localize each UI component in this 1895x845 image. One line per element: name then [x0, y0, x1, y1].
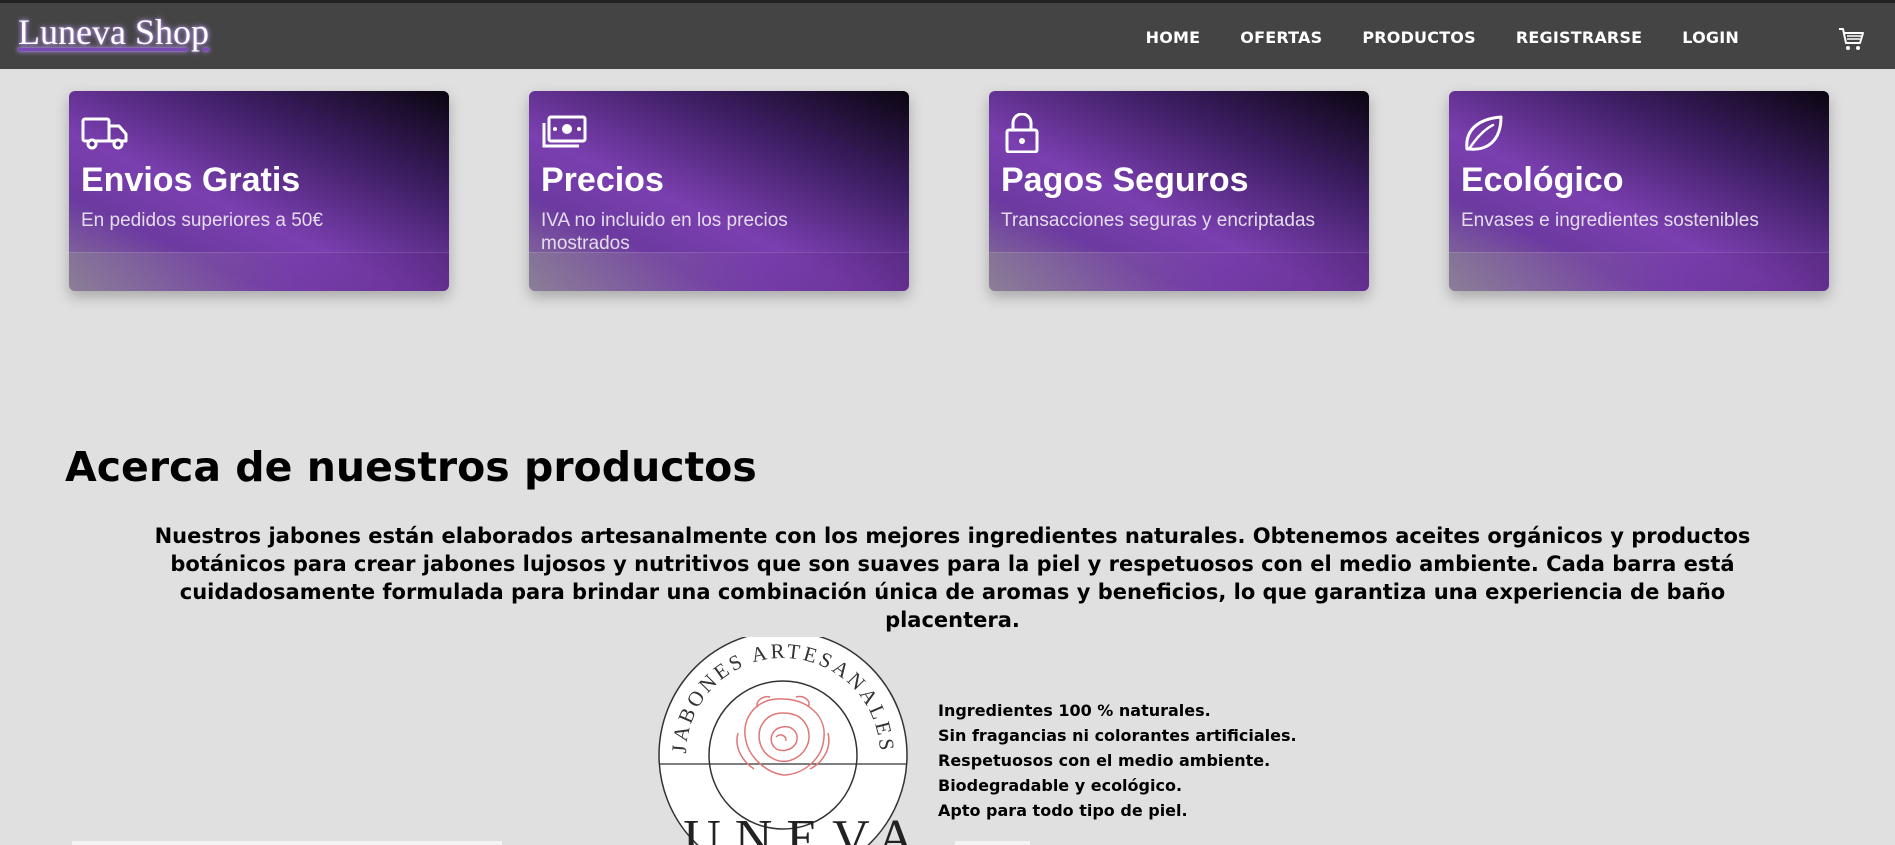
- feature-text: IVA no incluido en los precios mostrados: [541, 210, 788, 254]
- list-item: Sin fragancias ni colorantes artificiale…: [938, 726, 1297, 745]
- bottom-panel-edge: [72, 841, 502, 845]
- logo-bottom-text: LUNEVA: [658, 810, 908, 845]
- feature-card-pagos: Pagos Seguros Transacciones seguras y en…: [989, 91, 1369, 291]
- about-title: Acerca de nuestros productos: [65, 443, 757, 491]
- list-item: Respetuosos con el medio ambiente.: [938, 751, 1271, 770]
- feature-card-envios: Envios Gratis En pedidos superiores a 50…: [69, 91, 449, 291]
- feature-card-precios: Precios IVA no incluido en los precios m…: [529, 91, 909, 291]
- feature-text: Transacciones seguras y encriptadas: [1001, 210, 1316, 231]
- nav-login[interactable]: LOGIN: [1682, 28, 1739, 47]
- features-section: Envios Gratis En pedidos superiores a 50…: [69, 91, 1829, 291]
- money-icon: [542, 115, 587, 148]
- nav-registrarse[interactable]: REGISTRARSE: [1516, 28, 1642, 47]
- about-text: Nuestros jabones están elaborados artesa…: [154, 524, 1751, 632]
- brand-logo[interactable]: Luneva Shop: [18, 11, 209, 53]
- feature-title: Envios Gratis: [81, 161, 301, 199]
- product-points: Ingredientes 100 % naturales. Sin fragan…: [938, 698, 1297, 823]
- feature-title: Ecológico: [1461, 161, 1624, 199]
- feature-title: Precios: [541, 161, 664, 199]
- feature-card-ecologico: Ecológico Envases e ingredientes sosteni…: [1449, 91, 1829, 291]
- feature-text: En pedidos superiores a 50€: [81, 210, 323, 231]
- feature-text: Envases e ingredientes sostenibles: [1461, 210, 1759, 231]
- leaf-icon: [1465, 115, 1503, 151]
- shopping-cart-icon[interactable]: [1837, 25, 1865, 53]
- list-item: Ingredientes 100 % naturales.: [938, 701, 1211, 720]
- lock-icon: [1005, 113, 1039, 153]
- truck-icon: [81, 117, 128, 150]
- nav-links: HOME OFERTAS PRODUCTOS REGISTRARSE LOGIN: [1146, 28, 1739, 47]
- list-item: Apto para todo tipo de piel.: [938, 801, 1188, 820]
- list-item: Biodegradable y ecológico.: [938, 776, 1183, 795]
- nav-productos[interactable]: PRODUCTOS: [1362, 28, 1476, 47]
- feature-title: Pagos Seguros: [1001, 161, 1249, 199]
- nav-ofertas[interactable]: OFERTAS: [1240, 28, 1322, 47]
- navbar: Luneva Shop HOME OFERTAS PRODUCTOS REGIS…: [0, 0, 1895, 69]
- luneva-logo: JABONES ARTESANALES LUNEVA: [658, 637, 908, 845]
- nav-home[interactable]: HOME: [1146, 28, 1201, 47]
- bottom-panel-edge: [955, 841, 1030, 845]
